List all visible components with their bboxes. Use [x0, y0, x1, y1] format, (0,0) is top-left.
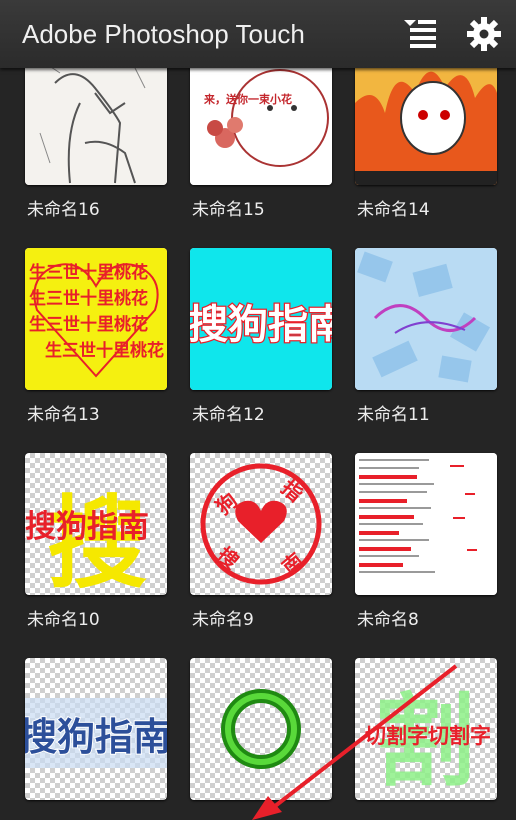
- project-name: 未命名8: [357, 610, 419, 630]
- project-name: 未命名13: [27, 405, 100, 425]
- project-thumbnail[interactable]: 割 切割字切割字: [355, 658, 497, 800]
- project-name: 未命名12: [192, 405, 265, 425]
- project-name: 未命名10: [27, 610, 100, 630]
- project-name: 未命名9: [192, 610, 254, 630]
- project-name: 未命名16: [27, 200, 100, 220]
- thumbnail-text: 生三世十里桃花: [29, 262, 148, 283]
- thumbnail-text: 生三世十里桃花: [29, 288, 148, 309]
- thumbnail-text: 生三世十里桃花: [29, 314, 148, 335]
- cyan-text-image: 搜狗指南: [190, 248, 332, 390]
- thumbnail-text: 来，送你一束小花: [203, 92, 292, 106]
- project-grid: 来，送你一束小花 未命名16 未命名15 未命名14 生三世十里桃花 生三世十里…: [0, 0, 516, 820]
- project-thumbnail[interactable]: 搜 搜狗指南: [25, 453, 167, 595]
- project-thumbnail[interactable]: [355, 453, 497, 595]
- cut-text-image: 割 切割字切割字: [365, 683, 491, 800]
- app-title: Adobe Photoshop Touch: [22, 19, 305, 49]
- svg-text:南: 南: [277, 548, 308, 579]
- project-thumbnail[interactable]: 搜狗指南: [25, 658, 167, 800]
- sort-menu-button[interactable]: [400, 14, 440, 54]
- svg-text:指: 指: [277, 475, 308, 506]
- thumbnail-text: 搜狗指南: [190, 302, 332, 348]
- stamp-seal-image: 狗 指 搜 南: [200, 463, 322, 585]
- project-thumbnail[interactable]: 搜狗指南: [190, 248, 332, 390]
- thumbnail-text: 搜狗指南: [25, 509, 149, 545]
- project-name: 未命名15: [192, 200, 265, 220]
- project-thumbnail[interactable]: 生三世十里桃花 生三世十里桃花 生三世十里桃花 生三世十里桃花: [25, 248, 167, 390]
- document-screenshot-image: [355, 453, 497, 595]
- settings-button[interactable]: [464, 14, 504, 54]
- project-name: 未命名14: [357, 200, 430, 220]
- thumbnail-text: 搜狗指南: [25, 715, 167, 759]
- app-header: Adobe Photoshop Touch: [0, 0, 516, 68]
- thumbnail-text: 生三世十里桃花: [45, 340, 164, 361]
- heart-text-image: 生三世十里桃花 生三世十里桃花 生三世十里桃花 生三世十里桃花: [25, 248, 167, 390]
- green-ring-image: [221, 689, 301, 769]
- project-thumbnail[interactable]: [190, 658, 332, 800]
- ice-texture-image: [355, 248, 497, 390]
- transparent-text-image: 搜 搜狗指南: [25, 485, 149, 595]
- blurred-text-image: 搜狗指南: [25, 698, 167, 768]
- gear-icon: [467, 17, 501, 51]
- sort-menu-icon: [404, 20, 436, 48]
- project-thumbnail[interactable]: [355, 248, 497, 390]
- project-name: 未命名11: [357, 405, 430, 425]
- project-thumbnail[interactable]: 狗 指 搜 南: [190, 453, 332, 595]
- thumbnail-text: 切割字切割字: [365, 724, 491, 748]
- svg-text:搜: 搜: [213, 542, 245, 574]
